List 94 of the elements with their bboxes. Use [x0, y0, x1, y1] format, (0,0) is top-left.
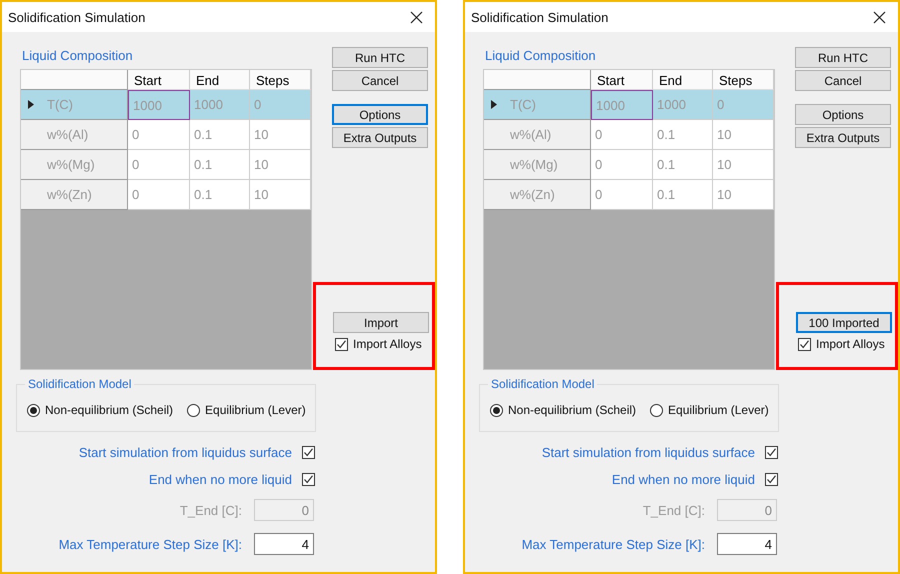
field-label: T_End [C]:: [180, 502, 242, 518]
section-label: Liquid Composition: [22, 48, 133, 63]
checkbox-label: Start simulation from liquidus surface: [78, 445, 292, 460]
close-icon[interactable]: [410, 10, 423, 24]
field-label: Max Temperature Step Size [K]:: [522, 536, 705, 552]
column-header[interactable]: Steps: [250, 70, 311, 90]
table-cell[interactable]: 0: [128, 120, 190, 150]
row-header: T(C): [510, 97, 536, 112]
checkbox-label: Import Alloys: [816, 337, 885, 351]
checkbox-label: End when no more liquid: [148, 472, 292, 487]
table-cell[interactable]: 0.1: [190, 120, 250, 150]
column-header[interactable]: End: [653, 70, 713, 90]
dialog-button[interactable]: Extra Outputs: [795, 127, 891, 148]
close-icon[interactable]: [873, 10, 886, 24]
column-header[interactable]: End: [190, 70, 250, 90]
grid-row[interactable]: T(C) 1000 1000 0: [484, 90, 774, 120]
window-title: Solidification Simulation: [471, 10, 608, 24]
checkbox-label: Start simulation from liquidus surface: [542, 445, 755, 460]
radio-label: Equilibrium (Lever): [668, 403, 769, 417]
checkbox[interactable]: [302, 446, 315, 459]
field-label: T_End [C]:: [642, 502, 705, 518]
column-header[interactable]: Start: [591, 70, 653, 90]
grid-row[interactable]: w%(Mg) 0 0.1 10: [21, 150, 311, 180]
row-header: w%(Al): [47, 127, 88, 142]
table-cell[interactable]: 10: [713, 120, 774, 150]
table-cell[interactable]: 10: [250, 180, 311, 210]
table-cell[interactable]: 10: [250, 120, 311, 150]
column-header[interactable]: Start: [128, 70, 190, 90]
dialog-button[interactable]: Extra Outputs: [332, 127, 428, 148]
table-cell[interactable]: 0: [591, 180, 653, 210]
checkbox-label: Import Alloys: [353, 337, 422, 351]
radio-button[interactable]: [490, 404, 503, 416]
table-cell[interactable]: 0.1: [653, 120, 713, 150]
dialog-button[interactable]: Options: [332, 104, 428, 125]
group-title: Solidification Model: [488, 377, 598, 391]
radio-button[interactable]: [27, 404, 40, 416]
radio-button[interactable]: [187, 404, 200, 416]
row-header: T(C): [47, 97, 73, 112]
table-cell[interactable]: 1000: [591, 90, 653, 120]
radio-button[interactable]: [650, 404, 664, 416]
grid-row[interactable]: w%(Al) 0 0.1 10: [484, 120, 774, 150]
table-cell[interactable]: 1000: [128, 90, 190, 120]
input-field[interactable]: 4: [717, 533, 777, 555]
table-cell[interactable]: 0: [250, 90, 311, 120]
row-header: w%(Zn): [47, 187, 92, 202]
input-field[interactable]: 4: [254, 533, 314, 555]
table-cell[interactable]: 0: [128, 180, 190, 210]
table-cell[interactable]: 1000: [190, 90, 250, 120]
table-cell[interactable]: 10: [713, 180, 774, 210]
import-button[interactable]: Import: [333, 312, 429, 333]
table-cell[interactable]: 0.1: [190, 150, 250, 180]
table-cell[interactable]: 0.1: [653, 180, 713, 210]
grid-row[interactable]: w%(Zn) 0 0.1 10: [21, 180, 311, 210]
radio-label: Non-equilibrium (Scheil): [508, 403, 636, 417]
radio-label: Equilibrium (Lever): [205, 403, 306, 417]
row-header: w%(Mg): [47, 157, 95, 172]
grid-row[interactable]: w%(Zn) 0 0.1 10: [484, 180, 774, 210]
checkbox[interactable]: [765, 473, 778, 486]
row-pointer-icon: [491, 100, 497, 109]
dialog-button[interactable]: Cancel: [332, 70, 428, 91]
table-cell[interactable]: 0.1: [653, 150, 713, 180]
table-cell[interactable]: 0: [591, 120, 653, 150]
radio-label: Non-equilibrium (Scheil): [45, 403, 174, 417]
dialog-button[interactable]: Run HTC: [332, 47, 428, 68]
grid-row[interactable]: w%(Al) 0 0.1 10: [21, 120, 311, 150]
table-cell[interactable]: 10: [250, 150, 311, 180]
dialog-button[interactable]: Options: [795, 104, 891, 125]
table-cell[interactable]: 1000: [653, 90, 713, 120]
row-header: w%(Mg): [510, 157, 558, 172]
dialog-button[interactable]: Cancel: [795, 70, 891, 91]
row-header: w%(Zn): [510, 187, 555, 202]
field-label: Max Temperature Step Size [K]:: [58, 536, 242, 552]
window-title: Solidification Simulation: [8, 10, 146, 24]
checkbox[interactable]: [765, 446, 778, 459]
table-cell[interactable]: 0: [128, 150, 190, 180]
grid-row[interactable]: w%(Mg) 0 0.1 10: [484, 150, 774, 180]
table-cell[interactable]: 10: [713, 150, 774, 180]
table-cell[interactable]: 0: [713, 90, 774, 120]
group-title: Solidification Model: [25, 377, 134, 391]
checkbox[interactable]: [335, 338, 348, 350]
grid-corner[interactable]: [21, 70, 128, 90]
row-header: w%(Al): [510, 127, 552, 142]
table-cell[interactable]: 0: [591, 150, 653, 180]
grid-corner[interactable]: [484, 70, 591, 90]
grid-row[interactable]: T(C) 1000 1000 0: [21, 90, 311, 120]
row-pointer-icon: [28, 100, 34, 109]
import-button[interactable]: 100 Imported: [796, 312, 892, 333]
dialog-button[interactable]: Run HTC: [795, 47, 891, 68]
section-label: Liquid Composition: [485, 48, 596, 63]
checkbox[interactable]: [798, 338, 811, 350]
checkbox-label: End when no more liquid: [612, 472, 755, 487]
column-header[interactable]: Steps: [713, 70, 774, 90]
checkbox[interactable]: [302, 473, 315, 486]
table-cell[interactable]: 0.1: [190, 180, 250, 210]
